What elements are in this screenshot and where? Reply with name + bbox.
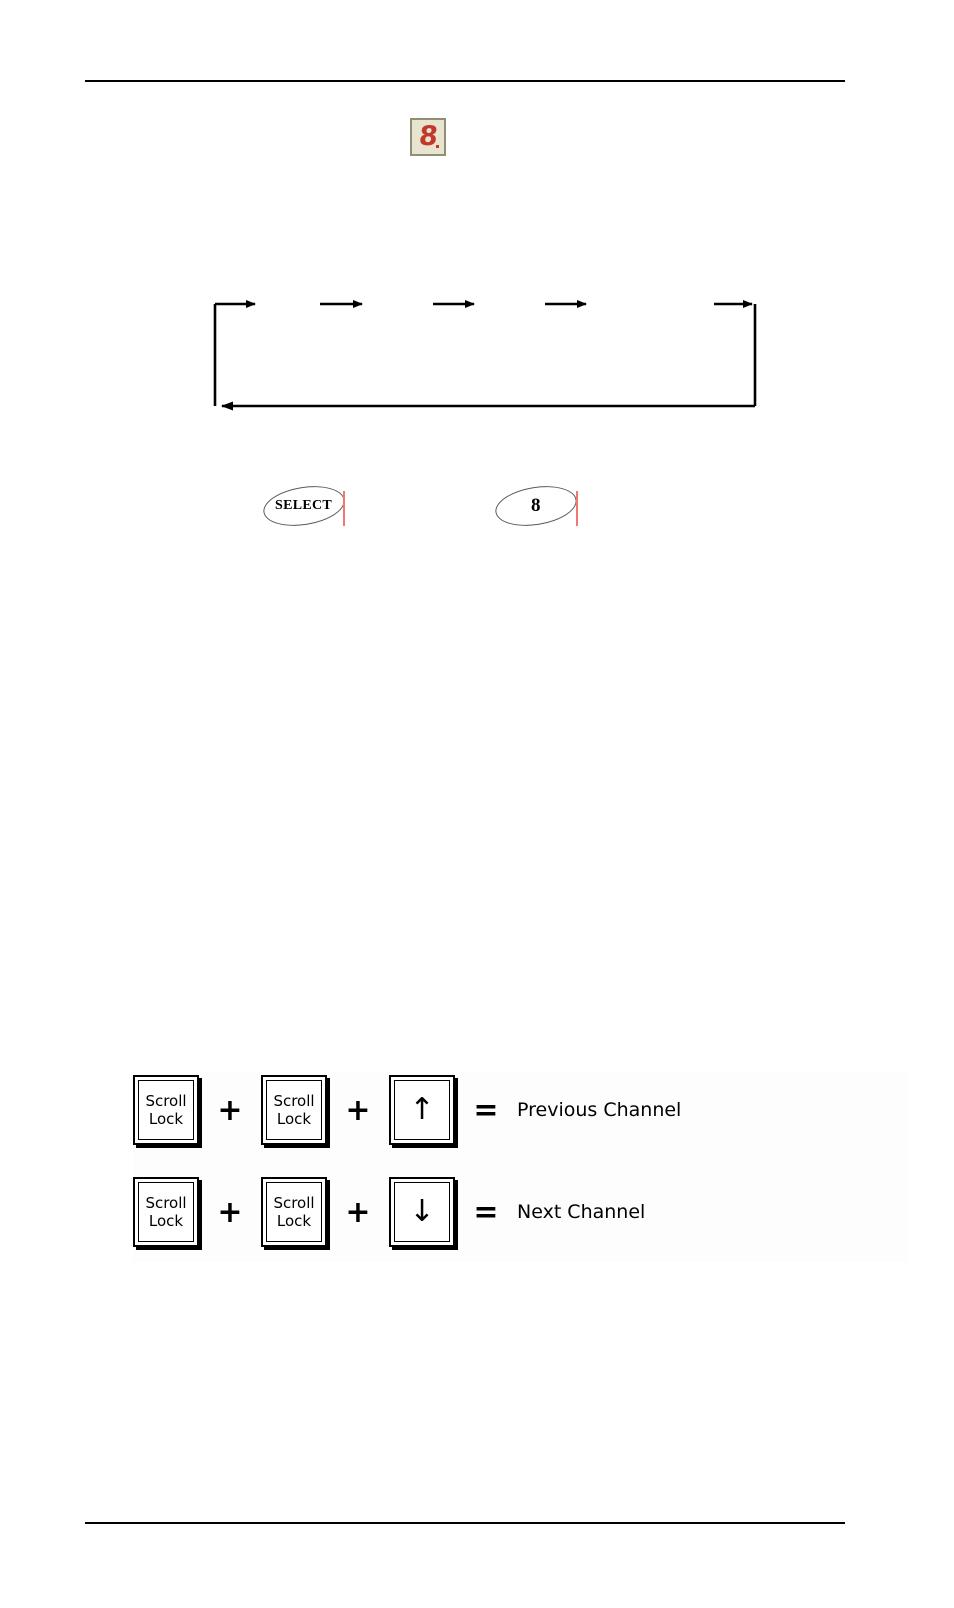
keycap-face: Scroll Lock	[266, 1080, 322, 1140]
shortcut-result-label: Next Channel	[517, 1201, 646, 1223]
keycap-label-line2: Lock	[148, 1110, 184, 1128]
operator-plus-1: +	[217, 1194, 243, 1230]
shortcut-result-label: Previous Channel	[517, 1099, 682, 1121]
keycap-label-line1: Scroll	[145, 1091, 187, 1110]
shortcut-row: Scroll Lock + Scroll Lock + ↓ = Next Cha…	[133, 1174, 908, 1250]
cycle-flow-svg	[213, 300, 757, 411]
keycap-label-line2: Lock	[276, 1110, 312, 1128]
keycap-face: ↓	[394, 1182, 450, 1242]
shortcut-row: Scroll Lock + Scroll Lock + ↑ = Previous…	[133, 1072, 908, 1148]
seven-segment-decimal-point-icon	[436, 145, 439, 148]
keycap-label-line2: Lock	[148, 1212, 184, 1230]
callout-select-caret	[343, 491, 345, 526]
operator-plus-2: +	[345, 1194, 371, 1230]
operator-equals: =	[473, 1092, 499, 1128]
arrow-down-icon: ↓	[409, 1194, 435, 1229]
arrow-up-icon: ↑	[409, 1092, 435, 1127]
keycap-label-line1: Scroll	[273, 1193, 315, 1212]
seven-segment-display: 8	[410, 118, 446, 156]
keycap-face: Scroll Lock	[138, 1080, 194, 1140]
callout-eight-caret	[576, 491, 578, 526]
keycap-face: Scroll Lock	[138, 1182, 194, 1242]
footer-rule	[85, 1522, 845, 1524]
callout-select: SELECT	[260, 480, 348, 532]
keycap-face: Scroll Lock	[266, 1182, 322, 1242]
keycap-face: ↑	[394, 1080, 450, 1140]
keycap-label-line1: Scroll	[145, 1193, 187, 1212]
cycle-flow-diagram	[0, 270, 954, 430]
keycap-label-line2: Lock	[276, 1212, 312, 1230]
operator-plus-2: +	[345, 1092, 371, 1128]
callout-eight-label: 8	[531, 495, 541, 516]
keycap-arrow-down[interactable]: ↓	[389, 1177, 455, 1247]
operator-plus-1: +	[217, 1092, 243, 1128]
keycap-scroll-lock-3[interactable]: Scroll Lock	[133, 1177, 199, 1247]
callout-select-label: SELECT	[275, 498, 333, 513]
keycap-arrow-up[interactable]: ↑	[389, 1075, 455, 1145]
shortcut-panel: Scroll Lock + Scroll Lock + ↑ = Previous…	[133, 1072, 908, 1262]
callout-eight: 8	[492, 480, 580, 532]
header-rule	[85, 80, 845, 82]
operator-equals: =	[473, 1194, 499, 1230]
keycap-label-line1: Scroll	[273, 1091, 315, 1110]
keycap-scroll-lock-2[interactable]: Scroll Lock	[261, 1075, 327, 1145]
keycap-scroll-lock-4[interactable]: Scroll Lock	[261, 1177, 327, 1247]
keycap-scroll-lock-1[interactable]: Scroll Lock	[133, 1075, 199, 1145]
